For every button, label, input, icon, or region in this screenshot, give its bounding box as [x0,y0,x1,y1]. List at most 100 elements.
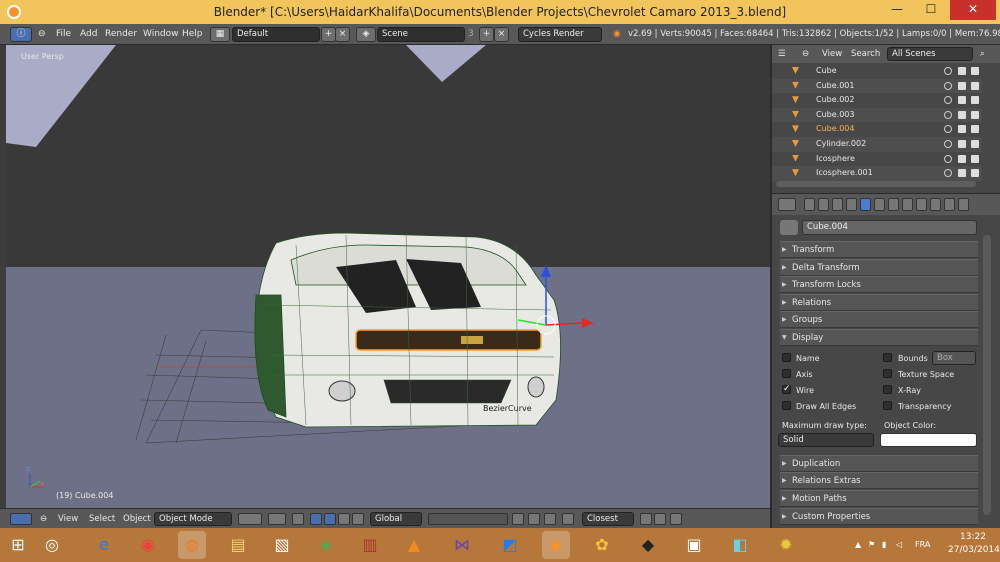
bounds-checkbox[interactable] [883,353,892,362]
object-name-field[interactable]: Cube.004 [802,220,977,235]
selectable-cursor-icon[interactable] [958,169,966,178]
selectable-cursor-icon[interactable] [958,125,966,134]
editor-type-button[interactable]: ⓘ [10,27,32,42]
rotate-manipulator-icon[interactable] [324,513,336,525]
panel-custom-properties[interactable]: Custom Properties [780,508,978,525]
transform-orientation-select[interactable]: Global [370,512,422,526]
app-icon-gray[interactable]: ▣ [680,531,708,559]
panel-delta-transform[interactable]: Delta Transform [780,259,978,276]
panel-transform-locks[interactable]: Transform Locks [780,276,978,293]
menu-window[interactable]: Window [143,27,179,42]
tab-particles-icon[interactable] [944,198,955,211]
renderable-camera-icon[interactable] [971,154,979,163]
scene-browse-icon[interactable]: ◈ [356,27,376,42]
collapse-menu-icon[interactable]: ⊖ [38,27,46,42]
editor-type-3d-icon[interactable] [10,513,32,525]
scale-manipulator-icon[interactable] [338,513,350,525]
selectable-cursor-icon[interactable] [958,110,966,119]
minimize-button[interactable]: — [882,0,912,20]
object-type-icon[interactable] [780,220,798,235]
curve-manipulator-icon[interactable] [352,513,364,525]
visual-studio-icon[interactable]: ⋈ [448,531,476,559]
file-explorer-icon[interactable]: ▤ [224,531,252,559]
outliner-menu-search[interactable]: Search [851,47,880,61]
outliner-item[interactable]: Cube.004 [772,122,982,137]
menu-file[interactable]: File [56,27,71,42]
visibility-eye-icon[interactable] [944,125,952,134]
renderable-camera-icon[interactable] [971,125,979,134]
snap-rotate-icon[interactable] [654,513,666,525]
tray-battery-icon[interactable]: ▮ [882,540,886,549]
opengl-render-icon[interactable] [670,513,682,525]
panel-motion-paths[interactable]: Motion Paths [780,490,978,507]
layer-buttons[interactable] [428,513,508,525]
pivot-point-icon[interactable] [268,513,286,525]
outliner-editor-icon[interactable]: ☰ [778,47,786,61]
menu-render[interactable]: Render [105,27,137,42]
max-draw-type-select[interactable]: Solid [778,433,874,447]
paint-icon[interactable]: ✹ [772,531,800,559]
panel-relations-extras[interactable]: Relations Extras [780,472,978,489]
axis-checkbox[interactable] [782,369,791,378]
uplay-icon[interactable]: ◈ [312,531,340,559]
visibility-eye-icon[interactable] [944,110,952,119]
scene-add-button[interactable]: + [479,27,494,42]
outliner-item[interactable]: Cylinder.002 [772,137,982,152]
visibility-eye-icon[interactable] [944,67,952,75]
visibility-eye-icon[interactable] [944,96,952,105]
blender-taskbar-icon[interactable]: ◉ [542,531,570,559]
tab-layers-icon[interactable] [818,198,829,211]
tab-object-icon[interactable] [860,198,871,211]
object-color-swatch[interactable] [880,433,977,447]
panel-relations[interactable]: Relations [780,294,978,311]
firefox-icon[interactable]: ◍ [178,531,206,559]
bounds-type-select[interactable]: Box [932,351,976,365]
collapse-menu-icon[interactable]: ⊖ [40,512,47,526]
collapse-menu-icon[interactable]: ⊖ [802,47,809,61]
menu-view[interactable]: View [58,512,78,526]
panel-transform[interactable]: Transform [780,241,978,258]
windows-start-icon[interactable]: ⊞ [4,531,32,559]
menu-object[interactable]: Object [123,512,151,526]
tab-physics-icon[interactable] [958,198,969,211]
menu-help[interactable]: Help [182,27,203,42]
maximize-button[interactable]: ☐ [916,0,946,20]
unity-icon[interactable]: ◆ [634,531,662,559]
render-layers-icon[interactable] [528,513,540,525]
outliner-item[interactable]: Cube [772,64,982,79]
app-icon-yellow[interactable]: ✿ [588,531,616,559]
tray-volume-icon[interactable]: ◁ [896,540,902,549]
menu-add[interactable]: Add [80,27,97,42]
visibility-eye-icon[interactable] [944,140,952,148]
properties-editor-icon[interactable] [778,198,796,211]
transparency-checkbox[interactable] [883,401,892,410]
3d-viewport[interactable]: User Persp (19) Cube.004 BezierCurve z x [6,45,770,508]
tab-scene-icon[interactable] [832,198,843,211]
tab-material-icon[interactable] [916,198,927,211]
texture-space-checkbox[interactable] [883,369,892,378]
chrome-icon[interactable]: ◉ [134,531,162,559]
snap-toggle-icon[interactable] [562,513,574,525]
renderable-camera-icon[interactable] [971,67,979,75]
winrar-icon[interactable]: ▥ [356,531,384,559]
outliner-menu-view[interactable]: View [822,47,842,61]
tab-modifiers-icon[interactable] [888,198,899,211]
xray-checkbox[interactable] [883,385,892,394]
photos-icon[interactable]: ▧ [268,531,296,559]
wire-checkbox[interactable]: ✓ [782,385,791,394]
scene-remove-button[interactable]: × [494,27,509,42]
properties-vertical-scrollbar[interactable] [983,235,991,515]
outliner-filter-select[interactable]: All Scenes [887,47,973,61]
outliner-item[interactable]: Icosphere.001 [772,166,982,181]
layout-browse-icon[interactable]: ▦ [210,27,230,42]
translate-manipulator-icon[interactable] [310,513,322,525]
selectable-cursor-icon[interactable] [958,81,966,90]
tray-flag-icon[interactable]: ⚑ [868,540,875,549]
layout-field[interactable]: Default [232,27,320,42]
outliner-item[interactable]: Icosphere [772,152,982,167]
visibility-eye-icon[interactable] [944,81,952,90]
outliner-item[interactable]: Cube.002 [772,93,982,108]
render-engine-select[interactable]: Cycles Render [518,27,602,42]
visibility-eye-icon[interactable] [944,154,952,163]
tab-texture-icon[interactable] [930,198,941,211]
